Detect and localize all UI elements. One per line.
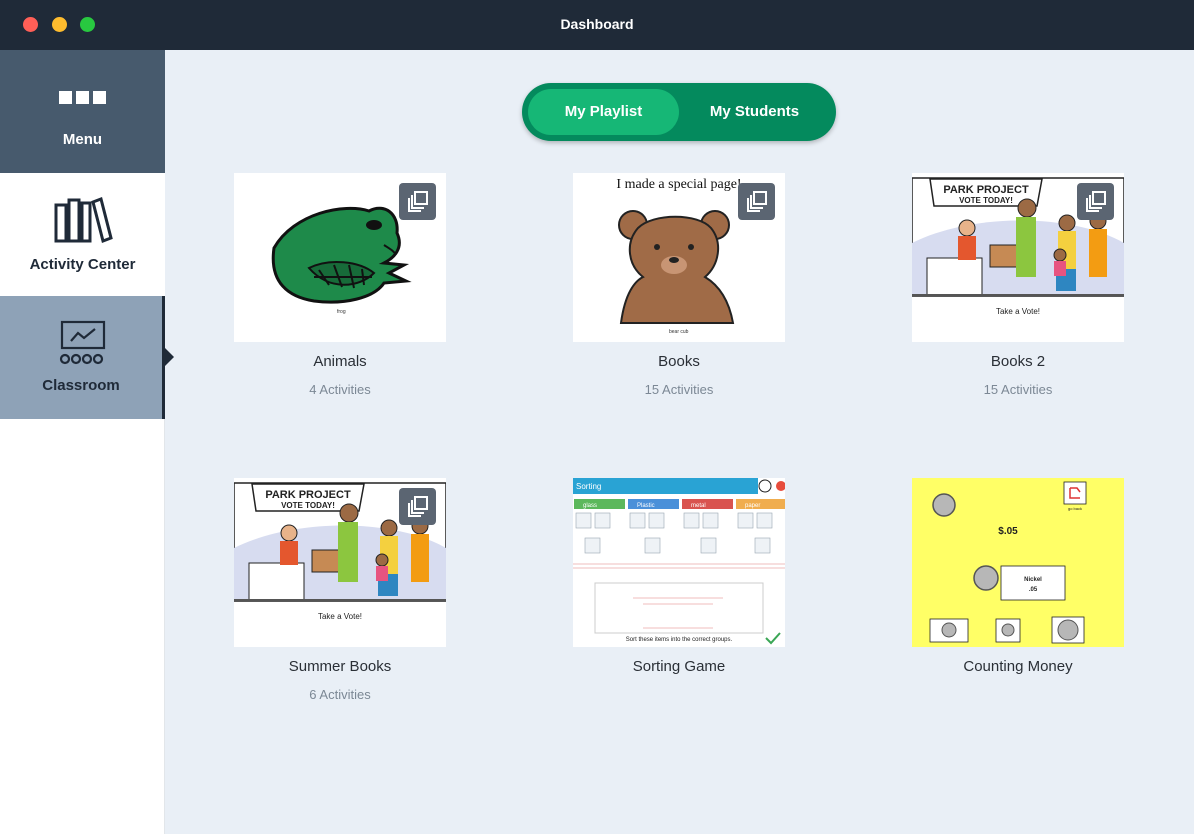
card-thumbnail: go back $.05 Nickel .05 bbox=[912, 478, 1124, 647]
title-bar: Dashboard bbox=[0, 0, 1194, 50]
copy-icon[interactable] bbox=[399, 183, 436, 220]
corner-label: go back bbox=[1068, 506, 1082, 511]
sidebar-item-menu[interactable]: Menu bbox=[0, 50, 165, 173]
copy-icon[interactable] bbox=[399, 488, 436, 525]
card-title: Sorting Game bbox=[632, 658, 726, 675]
sidebar-item-activity-center[interactable]: Activity Center bbox=[0, 173, 165, 296]
card-thumbnail: Sorting glass Plastic metal paper Sort t… bbox=[573, 478, 785, 647]
menu-icon bbox=[59, 91, 107, 105]
card-title: Books bbox=[658, 353, 700, 370]
card-activity-count: 6 Activities bbox=[309, 687, 371, 702]
counting-money-preview: go back $.05 Nickel .05 bbox=[912, 478, 1124, 647]
category-label: paper bbox=[745, 503, 760, 509]
tab-my-students[interactable]: My Students bbox=[679, 89, 830, 135]
thumb-footer: Sort these items into the correct groups… bbox=[626, 637, 733, 643]
view-toggle: My Playlist My Students bbox=[522, 83, 836, 141]
card-activity-count: 15 Activities bbox=[983, 382, 1053, 397]
sign-line-2: VOTE TODAY! bbox=[959, 196, 1013, 205]
sign-line-2: VOTE TODAY! bbox=[281, 501, 335, 510]
sidebar-item-classroom[interactable]: Classroom bbox=[0, 296, 165, 419]
category-label: metal bbox=[691, 503, 706, 509]
card-activity-count: 15 Activities bbox=[644, 382, 714, 397]
sidebar-item-label: Classroom bbox=[42, 377, 120, 394]
card-thumbnail: PARK PROJECT VOTE TODAY! Take a Vote! bbox=[234, 478, 446, 647]
sign-line-1: PARK PROJECT bbox=[265, 489, 351, 501]
sidebar-item-label: Activity Center bbox=[29, 256, 136, 273]
card-title: Summer Books bbox=[288, 658, 392, 675]
copy-icon[interactable] bbox=[738, 183, 775, 220]
card-title: Counting Money bbox=[963, 658, 1073, 675]
selected-indicator-arrow bbox=[165, 348, 174, 366]
thumb-header: Sorting bbox=[576, 482, 601, 491]
card-thumbnail: I made a special page! bear cub bbox=[573, 173, 785, 342]
card-title: Books 2 bbox=[990, 353, 1046, 370]
tab-my-playlist[interactable]: My Playlist bbox=[528, 89, 679, 135]
thumb-caption: Take a Vote! bbox=[318, 612, 362, 621]
copy-icon[interactable] bbox=[1077, 183, 1114, 220]
card-thumbnail: frog bbox=[234, 173, 446, 342]
window-title: Dashboard bbox=[560, 16, 634, 32]
amount-label: $.05 bbox=[998, 526, 1018, 537]
thumb-caption: frog bbox=[337, 309, 346, 315]
category-label: Plastic bbox=[637, 503, 655, 509]
sign-line-1: PARK PROJECT bbox=[943, 184, 1029, 196]
sidebar-item-label: Menu bbox=[62, 131, 103, 148]
classroom-presentation-icon bbox=[59, 320, 106, 365]
library-books-icon bbox=[54, 197, 113, 243]
category-label: glass bbox=[583, 503, 597, 509]
card-thumbnail: PARK PROJECT VOTE TODAY! Take a Vote! bbox=[912, 173, 1124, 342]
card-title: Animals bbox=[313, 353, 367, 370]
card-activity-count: 4 Activities bbox=[309, 382, 371, 397]
sorting-game-preview: Sorting glass Plastic metal paper Sort t… bbox=[573, 478, 785, 647]
coin-value: .05 bbox=[1029, 587, 1038, 593]
thumb-caption: bear cub bbox=[669, 329, 689, 335]
sidebar: Menu Activity Center Classroom bbox=[0, 50, 165, 834]
thumb-caption: Take a Vote! bbox=[996, 307, 1040, 316]
coin-name: Nickel bbox=[1024, 577, 1042, 583]
